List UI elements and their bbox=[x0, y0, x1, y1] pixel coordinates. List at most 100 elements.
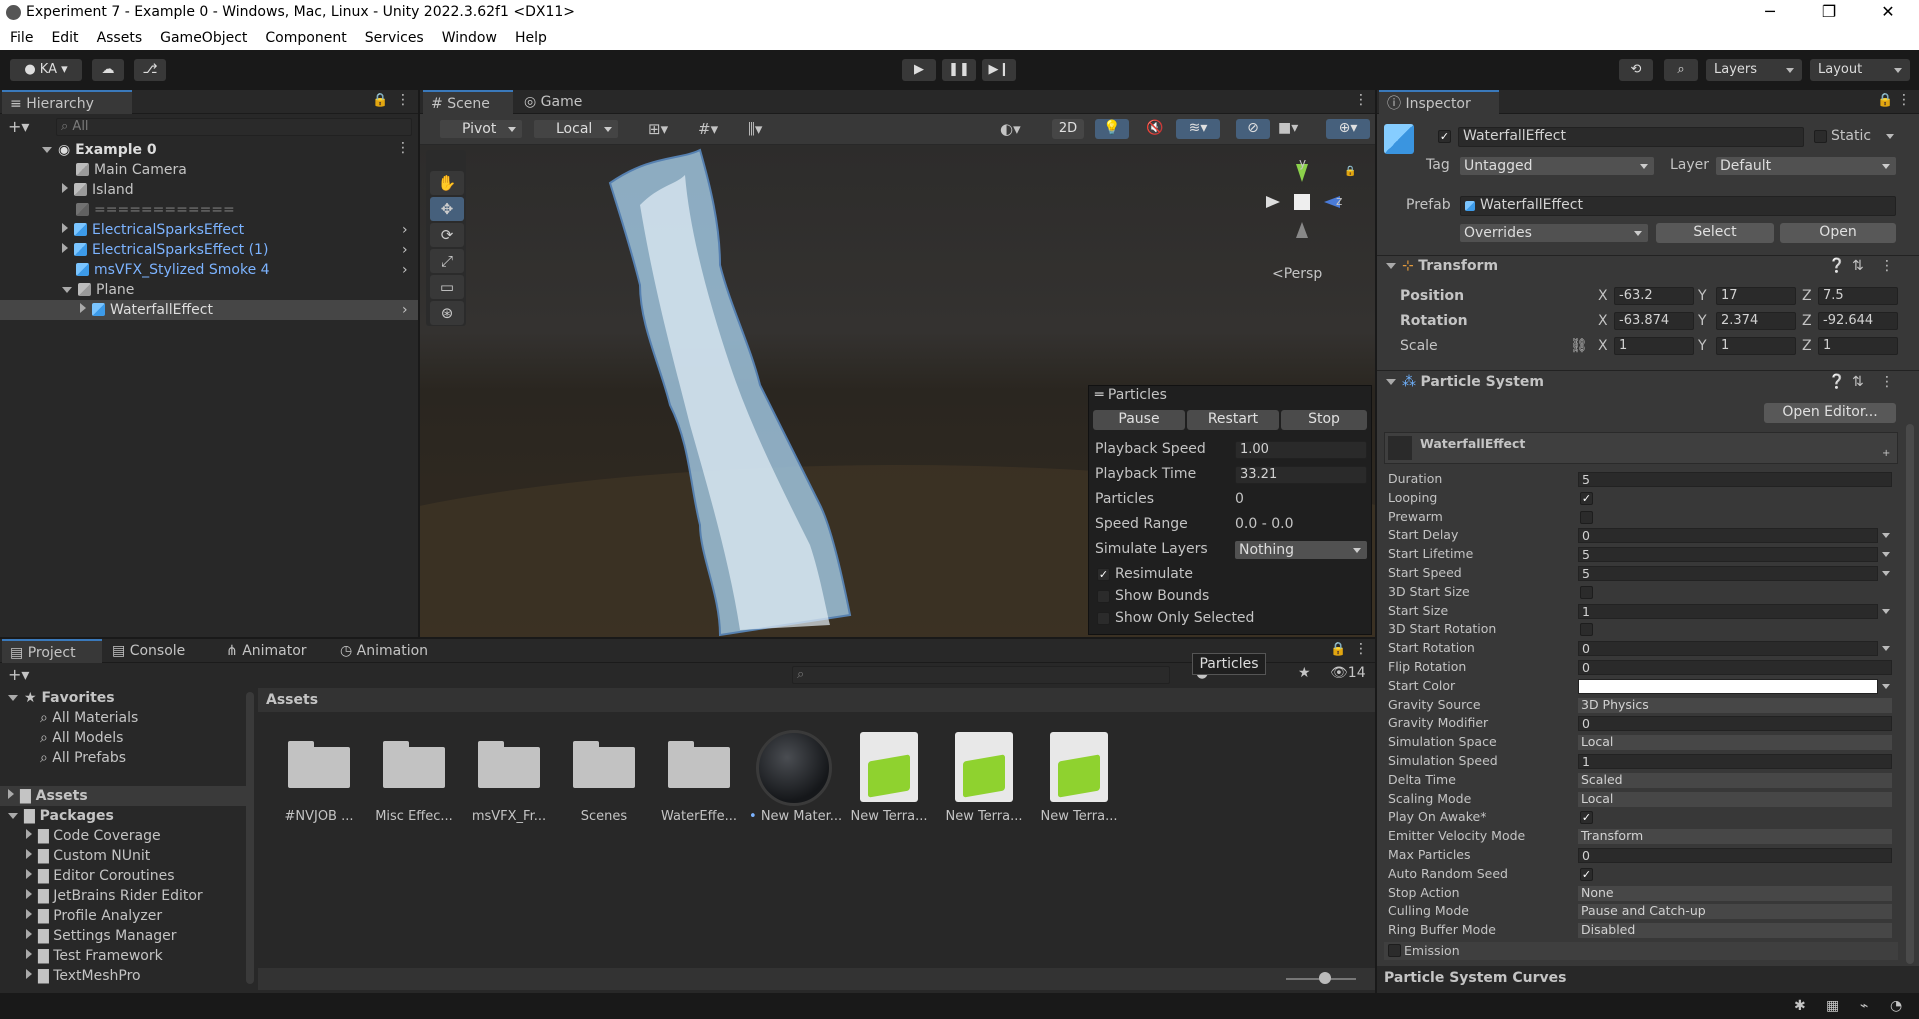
particle-system-header[interactable]: ⁂ Particle System bbox=[1386, 374, 1544, 390]
field-input[interactable]: 5 bbox=[1578, 547, 1878, 562]
cloud-icon[interactable]: ☁ bbox=[92, 59, 124, 81]
open-button[interactable]: Open bbox=[1780, 223, 1896, 243]
menu-services[interactable]: Services bbox=[355, 26, 432, 46]
orientation-gizmo[interactable]: y z bbox=[1262, 156, 1342, 242]
add-module-icon[interactable]: + bbox=[1882, 448, 1890, 459]
check-icon[interactable]: ◔ bbox=[1890, 998, 1902, 1014]
asset-label[interactable]: msVFX_Fr... bbox=[464, 809, 554, 824]
audio-icon[interactable]: 🔇 bbox=[1146, 120, 1163, 136]
expand-icon[interactable] bbox=[26, 949, 32, 959]
field-dropdown[interactable]: Local bbox=[1578, 735, 1892, 750]
field-checkbox[interactable] bbox=[1580, 511, 1593, 524]
open-editor-button[interactable]: Open Editor... bbox=[1764, 403, 1896, 423]
rotation-x-input[interactable]: -63.874 bbox=[1614, 312, 1694, 330]
inspector-scrollbar[interactable] bbox=[1906, 424, 1914, 964]
menu-help[interactable]: Help bbox=[505, 26, 555, 46]
asset-label[interactable]: New Terra... bbox=[1034, 809, 1124, 824]
asset-label[interactable]: Misc Effec... bbox=[369, 809, 459, 824]
progress-icon[interactable]: ▦ bbox=[1826, 998, 1839, 1014]
field-input[interactable]: 1 bbox=[1578, 754, 1892, 769]
tag-dropdown[interactable]: Untagged bbox=[1460, 157, 1654, 175]
expand-icon[interactable] bbox=[80, 303, 86, 313]
transform-header[interactable]: ⊹ Transform bbox=[1386, 258, 1498, 274]
kebab-menu-icon[interactable]: ⋮ bbox=[396, 92, 410, 108]
expand-icon[interactable] bbox=[26, 909, 32, 919]
field-checkbox[interactable]: ✓ bbox=[1580, 811, 1593, 824]
chevron-down-icon[interactable] bbox=[1882, 552, 1890, 557]
expand-icon[interactable] bbox=[26, 969, 32, 979]
select-button[interactable]: Select bbox=[1656, 223, 1774, 243]
field-dropdown[interactable]: Scaled bbox=[1578, 773, 1892, 788]
chevron-down-icon[interactable] bbox=[1882, 609, 1890, 614]
field-input[interactable]: 5 bbox=[1578, 472, 1892, 487]
list-item[interactable]: ▇ TextMeshPro bbox=[26, 966, 141, 986]
scale-x-input[interactable]: 1 bbox=[1614, 337, 1694, 355]
field-input[interactable]: 0 bbox=[1578, 848, 1892, 863]
chevron-down-icon[interactable] bbox=[1882, 684, 1890, 689]
effects-icon[interactable]: ≋▾ bbox=[1176, 119, 1220, 139]
folder-icon[interactable] bbox=[288, 738, 350, 788]
chevron-right-icon[interactable]: › bbox=[402, 242, 408, 258]
tab-console[interactable]: ▤ Console bbox=[104, 639, 198, 663]
layout-dropdown[interactable]: Layout bbox=[1810, 59, 1910, 81]
chevron-right-icon[interactable]: › bbox=[402, 262, 408, 278]
terrain-icon[interactable] bbox=[955, 732, 1013, 802]
expand-icon[interactable] bbox=[62, 183, 68, 193]
show-only-selected-checkbox[interactable] bbox=[1097, 612, 1110, 625]
pause-button[interactable]: Pause bbox=[1093, 410, 1185, 430]
help-icon[interactable]: ❔ bbox=[1828, 258, 1845, 274]
field-checkbox[interactable]: ✓ bbox=[1580, 492, 1593, 505]
field-checkbox[interactable] bbox=[1580, 623, 1593, 636]
tab-project[interactable]: ▤ Project bbox=[2, 639, 102, 663]
list-item[interactable]: ⌕ All Prefabs bbox=[40, 748, 126, 768]
menu-window[interactable]: Window bbox=[432, 26, 505, 46]
kebab-menu-icon[interactable]: ⋮ bbox=[1354, 641, 1368, 657]
hidden-packages-icon[interactable]: 👁14 bbox=[1330, 665, 1366, 681]
position-z-input[interactable]: 7.5 bbox=[1818, 287, 1898, 305]
layers-dropdown[interactable]: Layers bbox=[1706, 59, 1802, 81]
rotation-z-input[interactable]: -92.644 bbox=[1818, 312, 1898, 330]
restore-button[interactable]: ❐ bbox=[1806, 0, 1852, 26]
tab-animation[interactable]: ◷ Animation bbox=[332, 639, 442, 663]
list-item[interactable]: ▇ Custom NUnit bbox=[26, 846, 150, 866]
asset-label[interactable]: • New Mater... bbox=[749, 809, 842, 824]
expand-icon[interactable] bbox=[26, 869, 32, 879]
kebab-menu-icon[interactable]: ⋮ bbox=[1354, 92, 1368, 108]
simulate-layers-dropdown[interactable]: Nothing bbox=[1235, 541, 1367, 559]
folder-icon[interactable] bbox=[383, 738, 445, 788]
field-input[interactable]: 5 bbox=[1578, 566, 1878, 581]
expand-icon[interactable] bbox=[26, 889, 32, 899]
expand-icon[interactable] bbox=[26, 849, 32, 859]
lock-icon[interactable]: 🔒 bbox=[1330, 642, 1346, 657]
project-search-input[interactable]: ⌕ bbox=[792, 666, 1170, 684]
step-button[interactable]: ▶❙ bbox=[982, 59, 1016, 81]
packages-folder[interactable]: ▇ Packages bbox=[8, 806, 114, 826]
list-item[interactable]: Island bbox=[62, 180, 134, 200]
menu-component[interactable]: Component bbox=[255, 26, 354, 46]
active-checkbox[interactable]: ✓ bbox=[1438, 130, 1451, 143]
persp-label[interactable]: <Persp bbox=[1272, 266, 1322, 282]
list-item[interactable]: ⌕ All Materials bbox=[40, 708, 138, 728]
draw-mode-icon[interactable]: ◐▾ bbox=[1000, 120, 1021, 138]
folder-icon[interactable] bbox=[573, 738, 635, 788]
menu-assets[interactable]: Assets bbox=[87, 26, 151, 46]
name-field[interactable]: WaterfallEffect bbox=[1458, 127, 1804, 147]
expand-icon[interactable] bbox=[1386, 263, 1396, 269]
show-bounds-checkbox[interactable] bbox=[1097, 590, 1110, 603]
scene-root[interactable]: ◉ Example 0 bbox=[42, 140, 157, 160]
favorite-star-icon[interactable]: ★ bbox=[1298, 665, 1311, 681]
list-item[interactable]: ▇ Profile Analyzer bbox=[26, 906, 162, 926]
hand-tool-icon[interactable]: ✋ bbox=[430, 171, 464, 195]
chevron-down-icon[interactable] bbox=[1882, 533, 1890, 538]
expand-icon[interactable] bbox=[62, 243, 68, 253]
version-control-icon[interactable]: ⎇ bbox=[134, 59, 166, 81]
start-color-swatch[interactable] bbox=[1578, 679, 1878, 694]
folder-icon[interactable] bbox=[668, 738, 730, 788]
expand-icon[interactable] bbox=[62, 223, 68, 233]
pause-button[interactable]: ❚❚ bbox=[942, 59, 976, 81]
cache-icon[interactable]: ⌁ bbox=[1860, 998, 1868, 1014]
overrides-dropdown[interactable]: Overrides bbox=[1460, 224, 1648, 242]
emission-checkbox[interactable] bbox=[1388, 944, 1401, 957]
lock-icon[interactable]: 🔒 bbox=[1344, 166, 1356, 177]
hidden-objects-icon[interactable]: ⊘ bbox=[1236, 119, 1270, 139]
